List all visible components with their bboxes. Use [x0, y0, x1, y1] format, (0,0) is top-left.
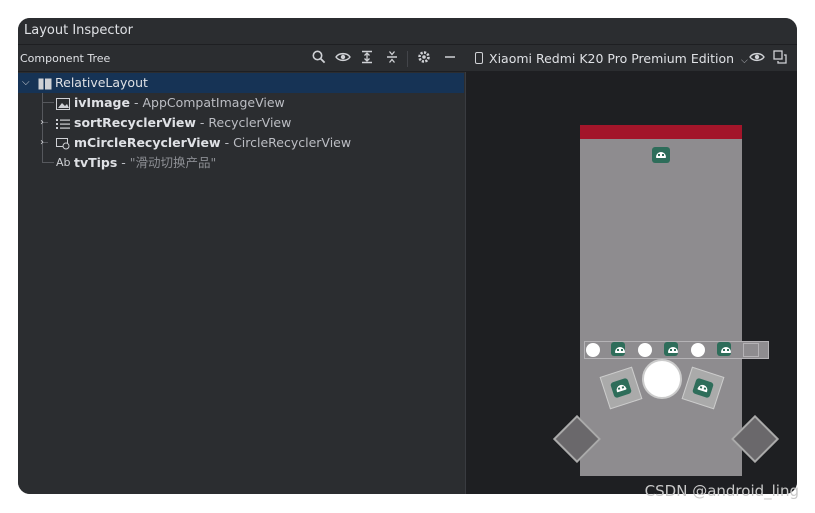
android-icon [717, 342, 731, 356]
circle-item [599, 366, 643, 410]
product-thumb [586, 343, 600, 357]
gear-icon[interactable] [415, 50, 433, 68]
layout-inspector-window: Layout Inspector Component Tree Xiaomi R… [18, 18, 797, 494]
android-icon [611, 342, 625, 356]
empty-slot [743, 343, 759, 357]
watermark: CSDN @android_ling [644, 482, 799, 500]
component-tree-label: Component Tree [20, 52, 111, 65]
tree-item-relativelayout[interactable]: ⌵ RelativeLayout [18, 73, 464, 93]
chevron-down-icon[interactable]: ⌵ [22, 73, 30, 93]
eye-icon[interactable] [748, 50, 766, 68]
device-selector[interactable]: Xiaomi Redmi K20 Pro Premium Edition ⌵ [475, 45, 748, 75]
view-id: sortRecyclerView [74, 115, 196, 130]
component-tree: ⌵ RelativeLayout ivImage - AppCompatImag… [18, 72, 464, 494]
eye-icon[interactable] [334, 50, 352, 68]
tree-item-mcirclerecyclerview[interactable]: › mCircleRecyclerView - CircleRecyclerVi… [18, 133, 464, 153]
separator: - [195, 115, 209, 130]
tree-item-label: RelativeLayout [55, 75, 148, 90]
view-type: AppCompatImageView [142, 95, 285, 110]
circle-item-center [642, 359, 682, 399]
window-title: Layout Inspector [18, 18, 797, 44]
separator: - [129, 95, 143, 110]
view-id: mCircleRecyclerView [74, 135, 221, 150]
product-thumb [638, 343, 652, 357]
search-icon[interactable] [310, 50, 328, 68]
view-type: CircleRecyclerView [233, 135, 352, 150]
copy-frame-icon[interactable] [771, 50, 789, 68]
collapse-all-icon[interactable] [383, 50, 401, 68]
separator: - [220, 135, 234, 150]
inspector-toolbar: Component Tree Xiaomi Redmi K20 Pro Prem… [18, 44, 797, 72]
view-id: ivImage [74, 95, 130, 110]
text-icon: Ab [56, 156, 71, 169]
separator: - [117, 155, 130, 170]
tree-item-ivimage[interactable]: ivImage - AppCompatImageView [18, 93, 464, 113]
phone-icon [475, 52, 483, 64]
chevron-down-icon: ⌵ [741, 56, 748, 66]
product-thumb [691, 343, 705, 357]
tree-item-tvtips[interactable]: Ab tvTips - "滑动切换产品" [18, 153, 464, 173]
android-icon [652, 147, 670, 163]
circle-item [681, 366, 725, 410]
chevron-right-icon[interactable]: › [40, 133, 44, 153]
minimize-icon[interactable] [441, 50, 459, 68]
layout-preview-panel [465, 72, 797, 494]
view-type: RecyclerView [208, 115, 292, 130]
chevron-right-icon[interactable]: › [40, 113, 44, 133]
view-text: "滑动切换产品" [129, 155, 217, 170]
device-name: Xiaomi Redmi K20 Pro Premium Edition [489, 51, 735, 66]
android-icon [609, 377, 633, 399]
status-bar [580, 125, 742, 139]
android-icon [664, 342, 678, 356]
sort-recycler-preview [584, 341, 769, 359]
tree-item-sortrecyclerview[interactable]: › sortRecyclerView - RecyclerView [18, 113, 464, 133]
device-preview[interactable] [580, 125, 769, 476]
view-id: tvTips [74, 155, 118, 170]
android-icon [691, 377, 715, 399]
expand-all-icon[interactable] [358, 50, 376, 68]
